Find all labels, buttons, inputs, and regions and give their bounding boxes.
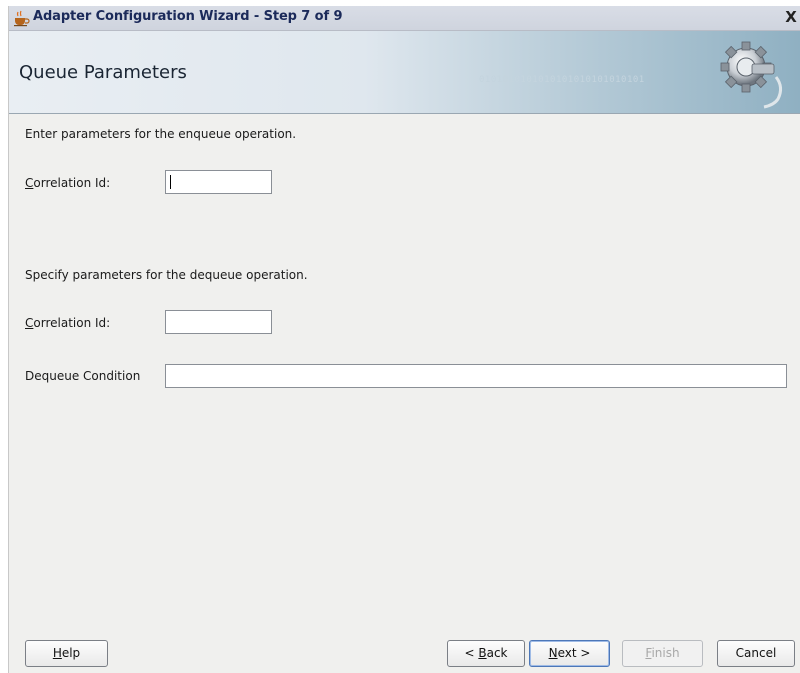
- dequeue-condition-input[interactable]: [165, 364, 787, 388]
- enqueue-correlation-id-input[interactable]: [165, 170, 272, 194]
- label-text: orrelation Id:: [33, 316, 111, 330]
- label-text: orrelation Id:: [33, 176, 111, 190]
- next-button[interactable]: Next >: [529, 640, 610, 667]
- header-banner: Queue Parameters 01010101010101010101010…: [9, 31, 800, 114]
- content-panel: Enter parameters for the enqueue operati…: [9, 114, 800, 624]
- button-text: ext >: [557, 646, 591, 660]
- dequeue-correlation-id-input[interactable]: [165, 310, 272, 334]
- mnemonic: N: [548, 646, 558, 660]
- page-title: Queue Parameters: [19, 62, 187, 83]
- button-text: inish: [651, 646, 680, 660]
- dequeue-condition-label: Dequeue Condition: [25, 369, 141, 383]
- button-text: ack: [486, 646, 508, 660]
- wizard-window: Adapter Configuration Wizard - Step 7 of…: [8, 6, 800, 673]
- dequeue-intro: Specify parameters for the dequeue opera…: [25, 268, 308, 282]
- help-button[interactable]: Help: [25, 640, 108, 667]
- back-button[interactable]: < Back: [447, 640, 525, 667]
- finish-button: Finish: [622, 640, 703, 667]
- window-title: Adapter Configuration Wizard - Step 7 of…: [33, 9, 343, 24]
- close-icon[interactable]: X: [782, 8, 800, 27]
- enqueue-correlation-label: Correlation Id:: [25, 176, 110, 190]
- button-prefix: <: [464, 646, 479, 660]
- gear-plug-icon: [720, 41, 783, 109]
- mnemonic: B: [478, 646, 487, 660]
- title-bar[interactable]: Adapter Configuration Wizard - Step 7 of…: [9, 6, 800, 31]
- binary-decoration: 0101010101010101010101010101: [479, 75, 645, 85]
- coffee-cup-icon: [14, 10, 30, 27]
- cancel-button[interactable]: Cancel: [717, 640, 795, 667]
- mnemonic: H: [52, 646, 62, 660]
- button-text: elp: [61, 646, 81, 660]
- enqueue-intro: Enter parameters for the enqueue operati…: [25, 127, 297, 141]
- dequeue-correlation-label: Correlation Id:: [25, 316, 110, 330]
- text-caret: [170, 175, 171, 189]
